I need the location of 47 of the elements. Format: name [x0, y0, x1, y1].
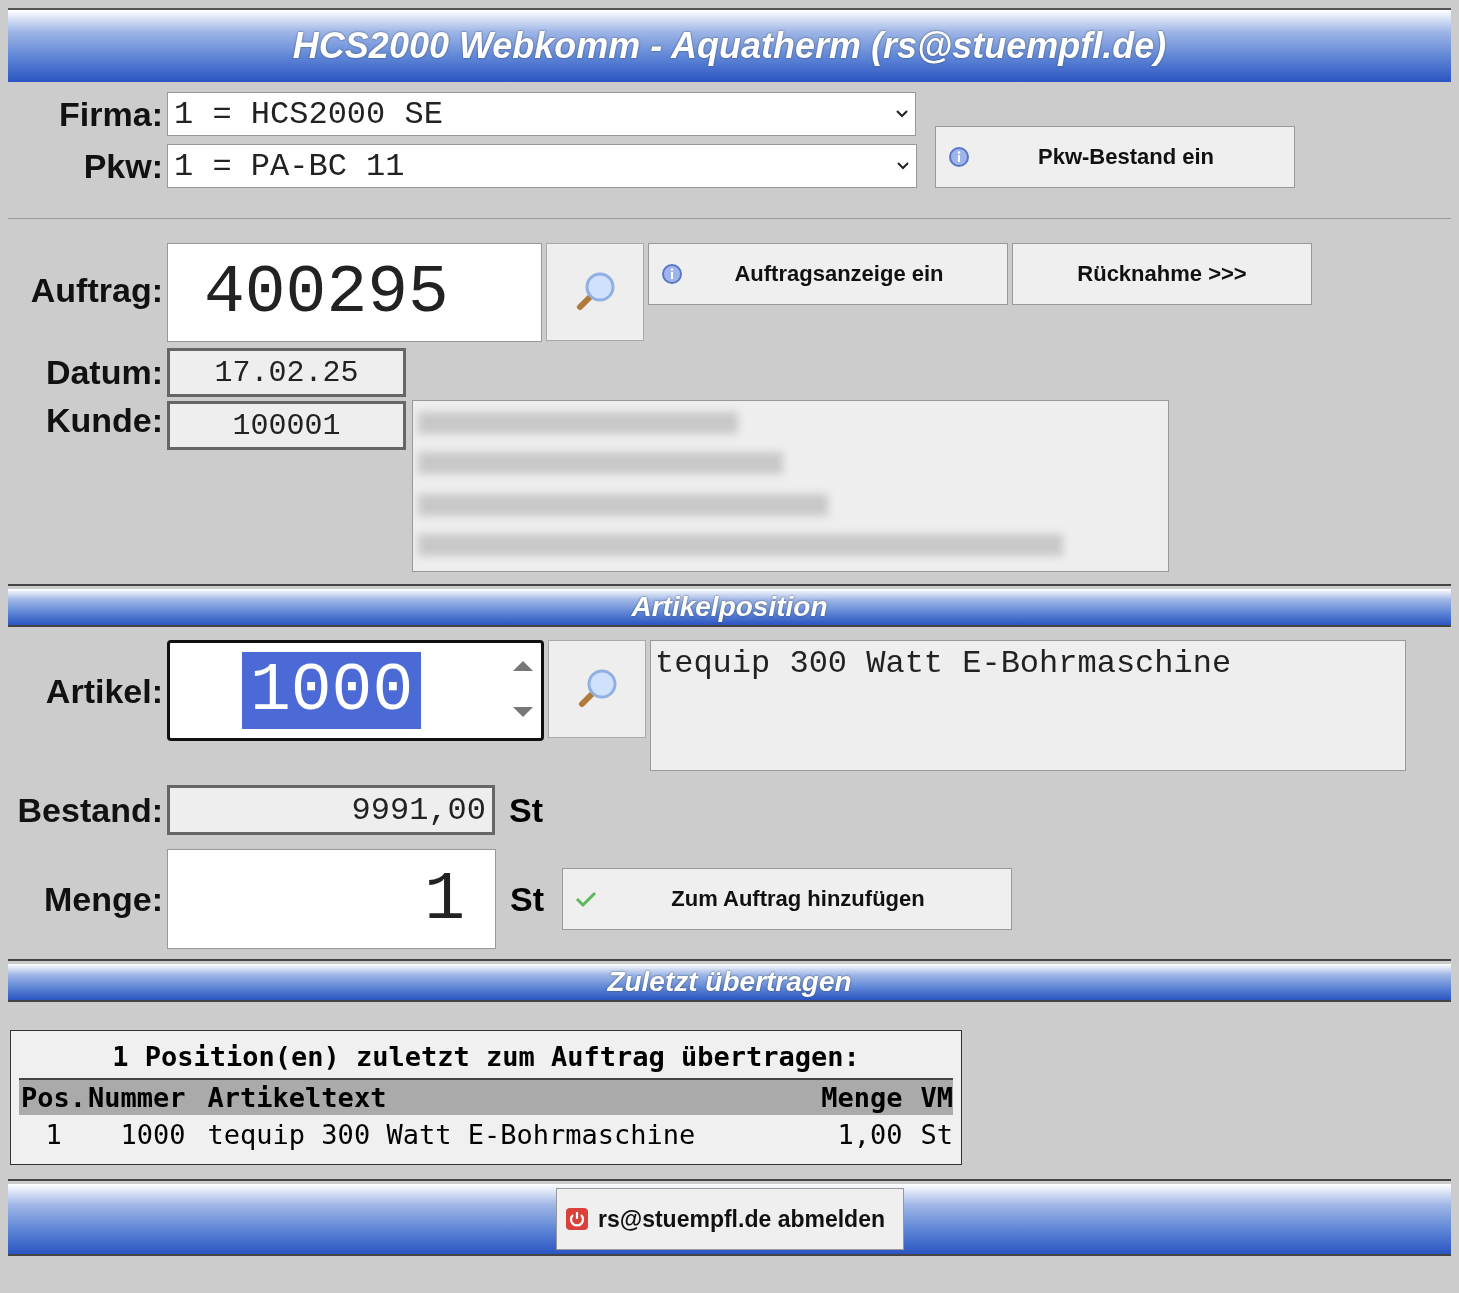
field-label: Auftrag: [29, 271, 163, 310]
search-button[interactable] [548, 640, 646, 738]
field-label: Artikel: [44, 672, 163, 711]
customer-field: 100001 [167, 401, 406, 450]
search-button[interactable] [546, 243, 644, 341]
field-label: Kunde: [44, 401, 163, 440]
chevron-down-icon [896, 161, 910, 171]
column-header: Artikeltext [185, 1079, 820, 1115]
table-cell: St [902, 1115, 953, 1154]
window-title: HCS2000 Webkomm - Aquatherm (rs@stuempfl.de) [292, 25, 1167, 67]
table-cell: 1000 [86, 1115, 186, 1154]
number-input-field[interactable]: 1000 [167, 640, 544, 741]
column-header: VM [902, 1079, 953, 1115]
logout-button[interactable]: rs@stuempfl.de abmelden [555, 1188, 904, 1250]
unit-label: St [510, 879, 544, 919]
table-cell: 1,00 [819, 1115, 903, 1154]
chevron-down-icon [895, 109, 909, 119]
field-label: Menge: [43, 879, 163, 919]
table-cell: 1 [19, 1115, 87, 1154]
field-label: Firma: [58, 94, 163, 134]
article-description-field: tequip 300 Watt E-Bohrmaschine [650, 640, 1406, 771]
field-label: Datum: [44, 353, 163, 392]
pkw-stock-button[interactable]: Pkw-Bestand ein [935, 126, 1295, 188]
quantity-input-field[interactable]: 1 [167, 849, 496, 949]
column-header: Nummer [86, 1079, 186, 1115]
column-header: Pos. [19, 1079, 87, 1115]
stock-field: 9991,00 [167, 785, 495, 835]
section-title: Zuletzt übertragen [607, 966, 852, 998]
date-field: 17.02.25 [167, 348, 406, 397]
field-label: Bestand: [16, 790, 163, 830]
power-icon [564, 1207, 589, 1231]
dropdown[interactable]: 1 = HCS2000 SE [167, 92, 916, 136]
column-header: Menge [819, 1079, 903, 1115]
dropdown[interactable]: 1 = PA-BC 11 [167, 144, 917, 188]
order-display-button[interactable]: Auftragsanzeige ein [648, 243, 1008, 305]
unit-label: St [509, 790, 543, 830]
summary-text: 1 Position(en) zuletzt zum Auftrag übertragen: [111, 1040, 861, 1074]
return-button[interactable]: Rücknahme >>> [1012, 243, 1312, 305]
input-field[interactable]: 400295 [167, 243, 542, 342]
section-title: Artikelposition [631, 591, 828, 623]
info-icon [661, 263, 683, 285]
checkmark-icon [575, 890, 597, 908]
spinner-arrows-icon [511, 659, 535, 719]
info-icon [948, 146, 970, 168]
table-cell: tequip 300 Watt E-Bohrmaschine [185, 1115, 820, 1154]
add-to-order-button[interactable]: Zum Auftrag hinzufügen [562, 868, 1012, 930]
field-label: Pkw: [82, 146, 163, 186]
